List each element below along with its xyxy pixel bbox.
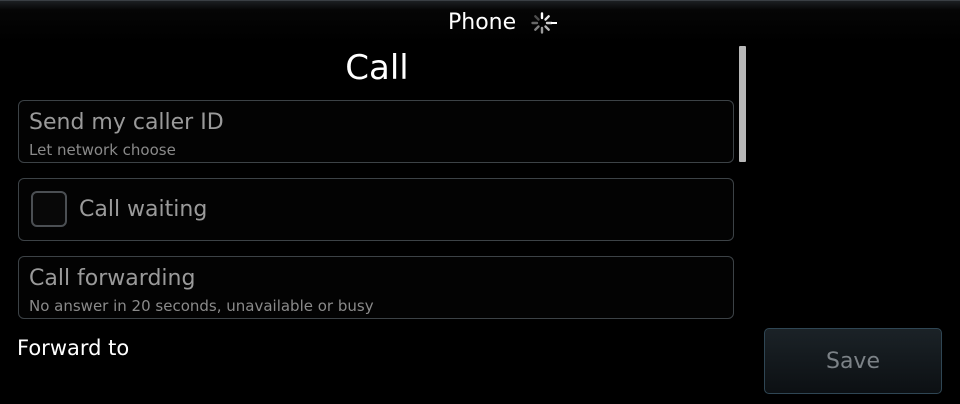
call-waiting-label: Call waiting bbox=[79, 197, 208, 222]
call-forwarding-value: No answer in 20 seconds, unavailable or … bbox=[29, 297, 374, 315]
forward-to-label: Forward to bbox=[17, 336, 130, 360]
caller-id-title: Send my caller ID bbox=[29, 110, 224, 135]
dash-icon bbox=[551, 22, 557, 24]
call-waiting-setting[interactable]: Call waiting bbox=[18, 178, 734, 241]
call-forwarding-title: Call forwarding bbox=[29, 266, 196, 291]
scrollbar[interactable] bbox=[739, 46, 746, 162]
title-bar: Phone bbox=[0, 0, 960, 43]
page-title: Call bbox=[345, 48, 409, 88]
caller-id-setting[interactable]: Send my caller ID Let network choose bbox=[18, 100, 734, 163]
window-title: Phone bbox=[448, 10, 517, 35]
call-waiting-checkbox[interactable] bbox=[31, 191, 67, 227]
call-forwarding-setting[interactable]: Call forwarding No answer in 20 seconds,… bbox=[18, 256, 734, 319]
save-button[interactable]: Save bbox=[764, 328, 942, 394]
caller-id-value: Let network choose bbox=[29, 141, 176, 159]
